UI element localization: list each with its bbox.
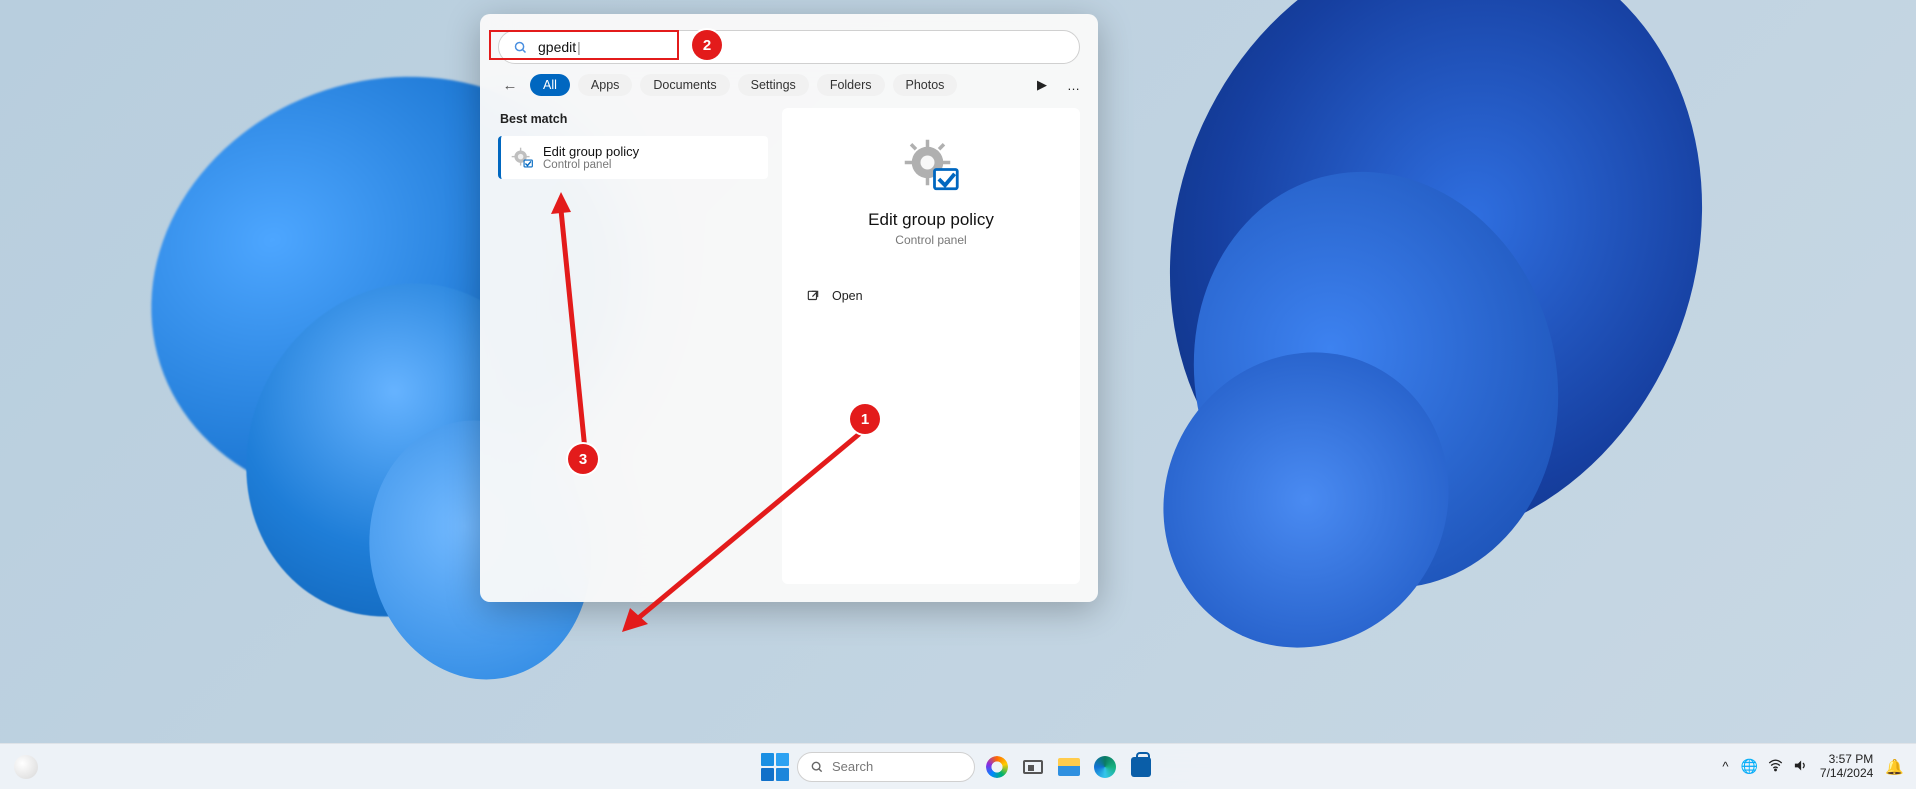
back-button[interactable]: ← xyxy=(498,77,522,94)
tray-overflow-button[interactable]: ^ xyxy=(1722,759,1728,774)
copilot-icon xyxy=(986,756,1008,778)
filter-apps[interactable]: Apps xyxy=(578,74,633,96)
file-explorer-button[interactable] xyxy=(1055,753,1083,781)
edge-icon xyxy=(1094,756,1116,778)
system-tray: ^ 🌐 3:57 PM 7/14/2024 🔔 xyxy=(1722,753,1904,781)
open-icon xyxy=(806,289,820,303)
more-options-button[interactable]: … xyxy=(1067,78,1080,93)
task-view-icon xyxy=(1023,760,1043,774)
result-subtitle: Control panel xyxy=(543,159,639,171)
search-input[interactable]: gpedit xyxy=(498,30,1080,64)
result-title: Edit group policy xyxy=(543,144,639,159)
search-query-text: gpedit xyxy=(538,39,581,55)
folder-icon xyxy=(1058,758,1080,776)
copilot-button[interactable] xyxy=(983,753,1011,781)
taskbar: Search ^ 🌐 3:57 PM 7/14/2024 🔔 xyxy=(0,743,1916,789)
clock-date: 7/14/2024 xyxy=(1820,767,1873,781)
gear-check-icon xyxy=(901,136,961,196)
taskbar-search[interactable]: Search xyxy=(797,752,975,782)
filter-photos[interactable]: Photos xyxy=(893,74,958,96)
open-action[interactable]: Open xyxy=(796,283,1066,309)
notifications-button[interactable]: 🔔 xyxy=(1885,758,1904,776)
search-filter-row: ← All Apps Documents Settings Folders Ph… xyxy=(480,74,1098,108)
filter-all[interactable]: All xyxy=(530,74,570,96)
weather-icon xyxy=(14,755,38,779)
network-icon[interactable] xyxy=(1768,758,1783,776)
task-view-button[interactable] xyxy=(1019,753,1047,781)
store-button[interactable] xyxy=(1127,753,1155,781)
volume-icon[interactable] xyxy=(1793,758,1808,776)
filter-settings[interactable]: Settings xyxy=(738,74,809,96)
filter-folders[interactable]: Folders xyxy=(817,74,885,96)
search-icon xyxy=(513,40,528,55)
detail-subtitle: Control panel xyxy=(895,233,966,247)
search-icon xyxy=(810,760,824,774)
store-icon xyxy=(1131,757,1151,777)
language-icon[interactable]: 🌐 xyxy=(1740,758,1757,776)
play-icon[interactable]: ▶ xyxy=(1037,77,1047,93)
taskbar-search-placeholder: Search xyxy=(832,759,873,774)
annotation-arrow-1 xyxy=(618,424,878,634)
filter-documents[interactable]: Documents xyxy=(640,74,729,96)
annotation-arrow-3 xyxy=(548,192,608,482)
clock[interactable]: 3:57 PM 7/14/2024 xyxy=(1820,753,1873,781)
edge-button[interactable] xyxy=(1091,753,1119,781)
start-button[interactable] xyxy=(761,753,789,781)
open-label: Open xyxy=(832,289,863,303)
best-match-label: Best match xyxy=(500,112,768,126)
clock-time: 3:57 PM xyxy=(1820,753,1873,767)
gear-check-icon xyxy=(511,147,533,169)
detail-title: Edit group policy xyxy=(868,210,994,230)
weather-widget[interactable] xyxy=(14,755,38,779)
result-edit-group-policy[interactable]: Edit group policy Control panel xyxy=(498,136,768,179)
